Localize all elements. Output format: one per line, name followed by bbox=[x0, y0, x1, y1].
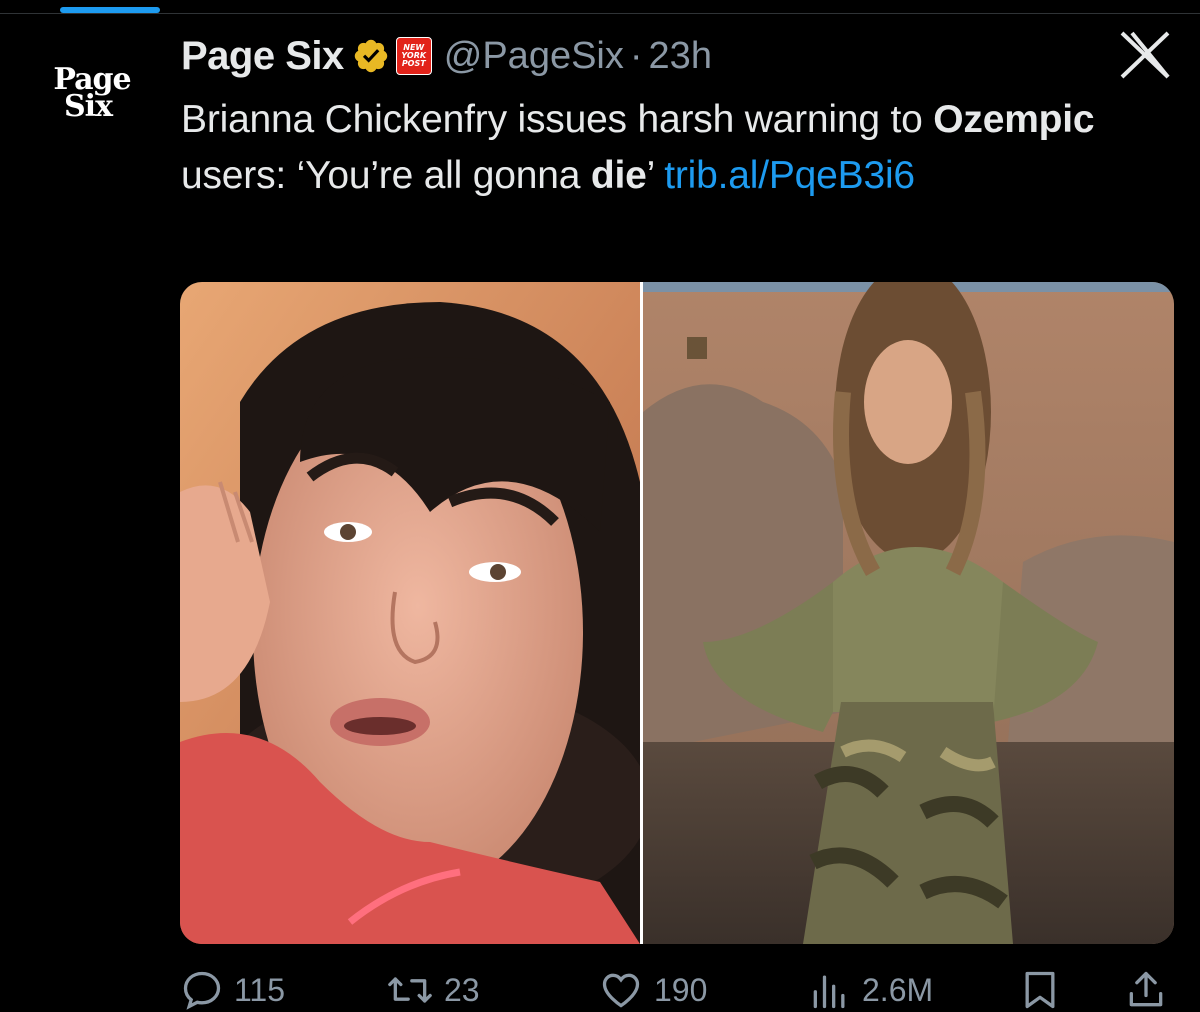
reply-button[interactable]: 115 bbox=[180, 965, 285, 1012]
tweet-text-bold2: die bbox=[590, 154, 647, 197]
bookmark-button[interactable] bbox=[1018, 965, 1072, 1012]
separator: · bbox=[629, 34, 643, 77]
views-count: 2.6M bbox=[862, 971, 934, 1008]
share-icon bbox=[1129, 971, 1163, 1007]
heart-icon bbox=[602, 973, 640, 1008]
like-button[interactable]: 190 bbox=[598, 965, 707, 1012]
tweet-media[interactable] bbox=[180, 282, 1174, 944]
tweet-link[interactable]: trib.al/PqeB3i6 bbox=[664, 154, 915, 197]
tweet-actions: 115 23 190 2.6M bbox=[180, 965, 1180, 1012]
reply-icon bbox=[183, 971, 221, 1010]
tweet-text-part3: ’ bbox=[646, 154, 665, 197]
timestamp[interactable]: 23h bbox=[649, 35, 712, 78]
like-count: 190 bbox=[654, 971, 708, 1008]
tweet-text: Brianna Chickenfry issues harsh warning … bbox=[181, 92, 1121, 204]
views-icon bbox=[813, 975, 845, 1009]
display-name[interactable]: Page Six bbox=[181, 34, 344, 79]
bookmark-icon bbox=[1025, 971, 1055, 1009]
badge-line3: POST bbox=[401, 59, 426, 68]
retweet-icon bbox=[388, 977, 432, 1003]
verified-badge-icon[interactable] bbox=[352, 37, 390, 75]
media-photo-left[interactable] bbox=[180, 282, 640, 944]
tweet-header: Page Six NEW YORK POST @PageSix · 23h bbox=[181, 32, 712, 80]
tweet-text-part2: users: ‘You’re all gonna bbox=[181, 154, 591, 197]
views-button[interactable]: 2.6M bbox=[808, 965, 933, 1012]
share-button[interactable] bbox=[1124, 965, 1178, 1012]
new-york-post-badge-icon[interactable]: NEW YORK POST bbox=[395, 37, 432, 75]
avatar[interactable]: Page Six bbox=[44, 65, 140, 138]
reply-count: 115 bbox=[234, 971, 286, 1008]
handle[interactable]: @PageSix bbox=[444, 35, 624, 78]
close-icon[interactable] bbox=[1118, 30, 1172, 80]
avatar-text-line2: Six bbox=[64, 89, 113, 124]
retweet-button[interactable]: 23 bbox=[386, 965, 480, 1012]
media-photo-right[interactable] bbox=[643, 282, 1174, 944]
tweet-text-part1: Brianna Chickenfry issues harsh warning … bbox=[181, 98, 934, 141]
divider bbox=[0, 13, 1200, 14]
tweet-text-bold1: Ozempic bbox=[933, 98, 1095, 141]
retweet-count: 23 bbox=[444, 971, 480, 1008]
